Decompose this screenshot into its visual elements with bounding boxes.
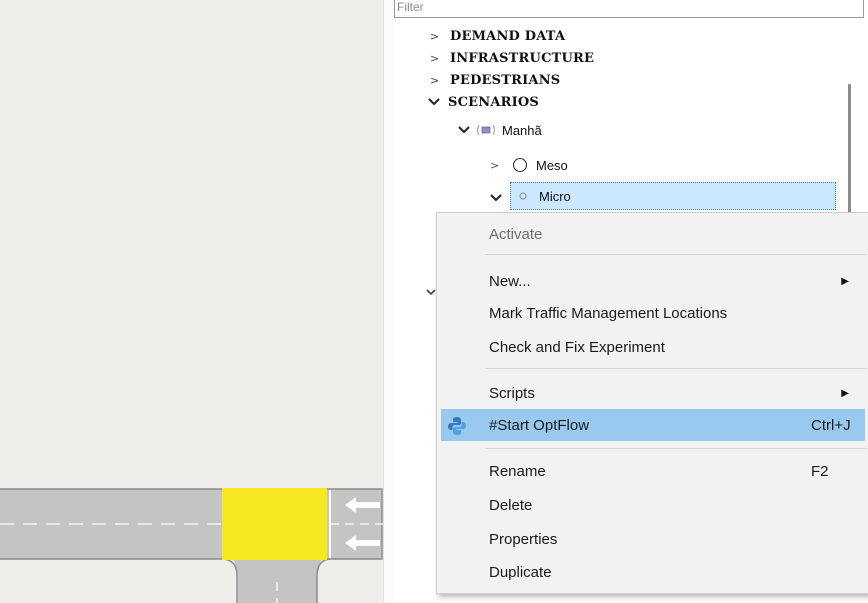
chevron-down-icon[interactable] — [458, 124, 472, 137]
tree-category-label: PEDESTRIANS — [450, 72, 561, 88]
chevron-right-icon[interactable]: > — [430, 74, 444, 87]
menu-item-mark-traffic-management-locations[interactable]: Mark Traffic Management Locations — [441, 297, 865, 329]
chevron-down-icon[interactable] — [428, 96, 442, 109]
submenu-arrow-icon: ▶ — [841, 275, 849, 287]
menu-item-rename[interactable]: Rename F2 — [441, 455, 865, 487]
tree-item-label: Micro — [539, 188, 571, 204]
menu-separator — [485, 254, 867, 255]
menu-item-shortcut: F2 — [811, 462, 829, 480]
menu-item-label: Mark Traffic Management Locations — [489, 304, 728, 322]
menu-item-check-and-fix-experiment[interactable]: Check and Fix Experiment — [441, 331, 865, 363]
filter-input[interactable] — [394, 0, 864, 18]
submenu-arrow-icon: ▶ — [841, 387, 849, 399]
chevron-right-icon[interactable]: > — [490, 159, 504, 172]
experiment-radio-icon[interactable] — [517, 190, 529, 202]
tree-category-demand-data[interactable]: > DEMAND DATA — [430, 26, 565, 46]
menu-separator — [485, 448, 867, 449]
chevron-right-icon[interactable]: > — [430, 30, 444, 43]
tree-category-pedestrians[interactable]: > PEDESTRIANS — [430, 70, 560, 90]
tree-item-label: Meso — [536, 157, 568, 173]
python-icon — [447, 416, 467, 436]
menu-item-label: Activate — [489, 225, 543, 243]
menu-item-label: Check and Fix Experiment — [489, 338, 665, 356]
menu-item-activate[interactable]: Activate — [441, 218, 865, 250]
tree-category-infrastructure[interactable]: > INFRASTRUCTURE — [430, 48, 594, 68]
network-canvas[interactable] — [0, 0, 386, 603]
experiment-radio-icon[interactable] — [512, 157, 528, 173]
tree-category-label: SCENARIOS — [448, 94, 540, 110]
chevron-down-icon[interactable] — [426, 282, 436, 296]
road-segment-vertical — [234, 559, 321, 603]
menu-item-new[interactable]: New... ▶ — [441, 265, 865, 297]
tree-item-experiment-micro-expander[interactable] — [490, 188, 504, 208]
road-segment-vertical-edge-right — [316, 558, 331, 603]
chevron-down-icon[interactable] — [490, 192, 504, 205]
menu-item-label: New... — [489, 272, 531, 290]
menu-item-label: Properties — [489, 530, 558, 548]
menu-separator — [485, 368, 867, 369]
tree-category-scenarios[interactable]: SCENARIOS — [428, 92, 539, 112]
chevron-right-icon[interactable]: > — [430, 52, 444, 65]
menu-item-shortcut: Ctrl+J — [811, 416, 851, 434]
tree-category-label: DEMAND DATA — [450, 28, 566, 44]
menu-item-label: #Start OptFlow — [489, 416, 590, 434]
tree-item-experiment-meso[interactable]: > Meso — [490, 155, 568, 175]
menu-item-scripts[interactable]: Scripts ▶ — [441, 377, 865, 409]
menu-item-label: Duplicate — [489, 563, 552, 581]
road-network — [0, 488, 386, 603]
junction[interactable] — [222, 488, 327, 560]
scenario-icon — [476, 124, 498, 136]
menu-item-start-optflow[interactable]: #Start OptFlow Ctrl+J — [441, 409, 865, 441]
context-menu: Activate New... ▶ Mark Traffic Managemen… — [436, 212, 868, 594]
tree-item-scenario[interactable]: Manhã — [458, 120, 542, 140]
menu-item-delete[interactable]: Delete — [441, 489, 865, 521]
menu-item-duplicate[interactable]: Duplicate — [441, 556, 865, 588]
menu-item-label: Scripts — [489, 384, 535, 402]
tree-item-label: Manhã — [502, 122, 542, 138]
tree-category-label: INFRASTRUCTURE — [450, 50, 595, 66]
road-segment-vertical-edge-left — [222, 558, 238, 603]
tree-item-experiment-micro[interactable]: Micro — [510, 182, 836, 210]
menu-item-properties[interactable]: Properties — [441, 523, 865, 555]
tree-scrollbar[interactable] — [848, 84, 851, 216]
menu-item-label: Delete — [489, 496, 533, 514]
menu-item-label: Rename — [489, 462, 546, 480]
